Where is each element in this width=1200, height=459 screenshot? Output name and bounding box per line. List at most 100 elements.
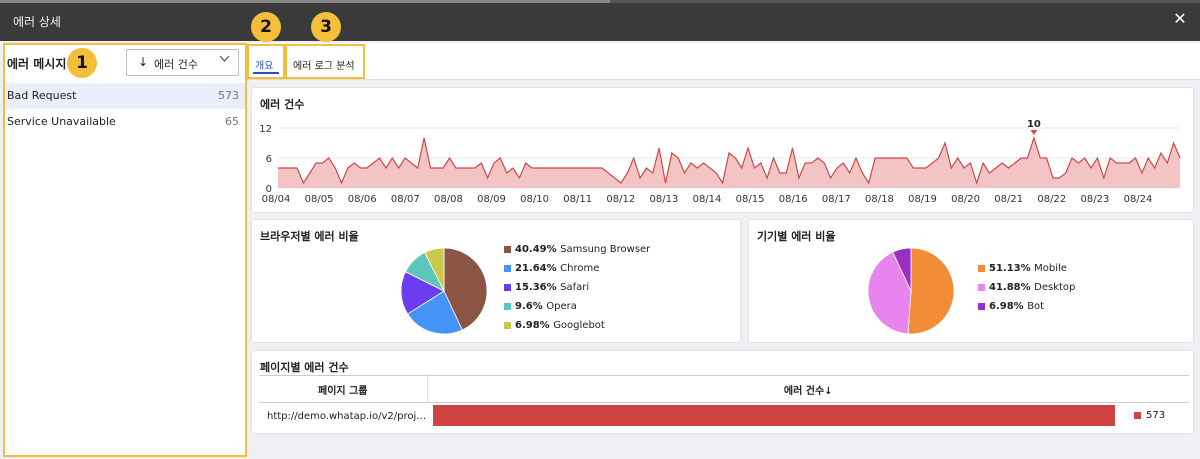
legend-percent: 51.13% [989, 263, 1035, 274]
x-tick-label: 08/08 [434, 194, 463, 205]
x-tick-label: 08/09 [477, 194, 506, 205]
chevron-down-icon [219, 55, 230, 66]
device-pie-chart [867, 247, 955, 335]
x-tick-label: 08/24 [1124, 194, 1153, 205]
browser-legend-item[interactable]: 40.49% Samsung Browser [504, 244, 650, 255]
top-scroll-thumb[interactable] [0, 0, 610, 3]
error-count-area [278, 138, 1180, 188]
sort-dropdown[interactable]: ↓ 에러 건수 [126, 49, 239, 76]
legend-percent: 15.36% [515, 282, 561, 293]
x-tick-label: 08/14 [693, 194, 722, 205]
x-tick-label: 08/06 [348, 194, 377, 205]
x-tick-label: 08/10 [520, 194, 549, 205]
legend-percent: 40.49% [515, 244, 561, 255]
legend-swatch [504, 302, 511, 310]
annotation-badge-2: 2 [251, 12, 281, 42]
tab-overview-label: 개요 [255, 61, 274, 72]
error-count-card: 에러 건수 12 6 0 10 08/04 08/05 08/06 08/07 08/08 08/… [251, 87, 1194, 213]
error-count-value: 573 [1146, 410, 1166, 421]
page-url-cell: http://demo.whatap.io/v2/projec... [267, 410, 427, 422]
device-legend-item[interactable]: 51.13% Mobile [978, 263, 1067, 274]
peak-value-label: 10 [1027, 119, 1041, 130]
device-ratio-card: 기기별 에러 비율 51.13% Mobile 41.88% Desktop 6.9… [748, 219, 1194, 343]
y-tick-label: 12 [259, 124, 272, 135]
error-count-chart: 12601008/04 08/05 08/06 08/07 08/08 08/09 08/1… [259, 119, 1181, 205]
x-tick-label: 08/12 [606, 194, 635, 205]
legend-swatch [978, 302, 985, 310]
annotation-badge-1: 1 [67, 48, 97, 78]
legend-swatch [504, 264, 511, 272]
column-header-error-count[interactable]: 에러 건수↓ [427, 375, 1189, 403]
x-tick-label: 08/05 [305, 194, 334, 205]
error-count: 573 [218, 89, 239, 102]
error-list-item[interactable]: Bad Request 573 [5, 83, 245, 109]
modal-title: 에러 상세 [13, 15, 61, 29]
x-tick-label: 08/19 [908, 194, 937, 205]
x-tick-label: 08/17 [822, 194, 851, 205]
x-tick-label: 08/21 [994, 194, 1023, 205]
x-tick-label: 08/22 [1037, 194, 1066, 205]
legend-label: Bot [1027, 301, 1045, 312]
x-tick-label: 08/18 [865, 194, 894, 205]
browser-pie-chart [400, 247, 488, 335]
error-count: 65 [225, 115, 239, 128]
close-icon[interactable]: ✕ [1170, 9, 1190, 29]
error-count-bar [433, 405, 1115, 426]
page-error-card: 페이지별 에러 건수 페이지 그룹 에러 건수↓ http://demo.wha… [251, 350, 1194, 434]
x-tick-label: 08/07 [391, 194, 420, 205]
browser-legend-item[interactable]: 6.98% Googlebot [504, 320, 605, 331]
tab-error-log-analysis-label: 에러 로그 분석 [293, 61, 355, 72]
active-tab-indicator [253, 72, 279, 74]
table-row[interactable]: http://demo.whatap.io/v2/projec... 573 [259, 403, 1189, 430]
tab-error-log-analysis[interactable]: 에러 로그 분석 [285, 44, 365, 79]
browser-legend-item[interactable]: 9.6% Opera [504, 301, 577, 312]
error-name: Service Unavailable [7, 115, 116, 128]
modal-titlebar: 에러 상세 ✕ [0, 0, 1200, 41]
legend-swatch [978, 283, 985, 291]
legend-percent: 6.98% [515, 320, 554, 331]
legend-swatch [504, 283, 511, 291]
browser-legend-item[interactable]: 15.36% Safari [504, 282, 589, 293]
legend-percent: 6.98% [989, 301, 1028, 312]
legend-swatch [504, 245, 511, 253]
legend-percent: 21.64% [515, 263, 561, 274]
legend-label: Chrome [560, 263, 600, 274]
page-error-title: 페이지별 에러 건수 [260, 361, 349, 374]
bar-legend-swatch [1134, 412, 1141, 419]
browser-ratio-card: 브라우저별 에러 비율 40.49% Samsung Browser 21.64%… [251, 219, 741, 343]
tab-overview[interactable]: 개요 [247, 44, 285, 79]
error-message-header: 에러 메시지 ↓ 에러 건수 [5, 45, 245, 81]
top-scroll-track [0, 0, 1200, 3]
x-tick-label: 08/04 [262, 194, 291, 205]
legend-percent: 9.6% [515, 301, 547, 312]
error-count-cell: 573 [427, 403, 1189, 430]
sort-dropdown-label: 에러 건수 [154, 58, 198, 71]
legend-label: Googlebot [553, 320, 605, 331]
x-tick-label: 08/15 [736, 194, 765, 205]
table-header-row: 페이지 그룹 에러 건수↓ [259, 375, 1189, 403]
error-name: Bad Request [7, 89, 77, 102]
legend-label: Mobile [1034, 263, 1067, 274]
column-header-page-group[interactable]: 페이지 그룹 [259, 375, 428, 403]
page-error-table: 페이지 그룹 에러 건수↓ http://demo.whatap.io/v2/p… [259, 375, 1189, 430]
x-tick-label: 08/11 [563, 194, 592, 205]
x-tick-label: 08/13 [649, 194, 678, 205]
device-pie-slice[interactable] [907, 247, 955, 335]
legend-swatch [978, 264, 985, 272]
x-tick-label: 08/20 [951, 194, 980, 205]
x-tick-label: 08/23 [1080, 194, 1109, 205]
legend-label: Opera [546, 301, 577, 312]
error-list-item[interactable]: Service Unavailable 65 [5, 109, 245, 135]
legend-label: Safari [560, 282, 590, 293]
tab-bar: 개요 에러 로그 분석 [247, 43, 1200, 80]
x-tick-label: 08/16 [779, 194, 808, 205]
browser-legend-item[interactable]: 21.64% Chrome [504, 263, 599, 274]
legend-label: Samsung Browser [560, 244, 651, 255]
sort-arrow-icon: ↓ [138, 55, 149, 69]
device-legend-item[interactable]: 6.98% Bot [978, 301, 1044, 312]
error-message-panel: 에러 메시지 ↓ 에러 건수 Bad Request 573 Service U… [3, 43, 247, 457]
device-legend-item[interactable]: 41.88% Desktop [978, 282, 1075, 293]
y-tick-label: 6 [266, 154, 272, 165]
legend-swatch [504, 321, 511, 329]
annotation-badge-3: 3 [311, 12, 341, 42]
